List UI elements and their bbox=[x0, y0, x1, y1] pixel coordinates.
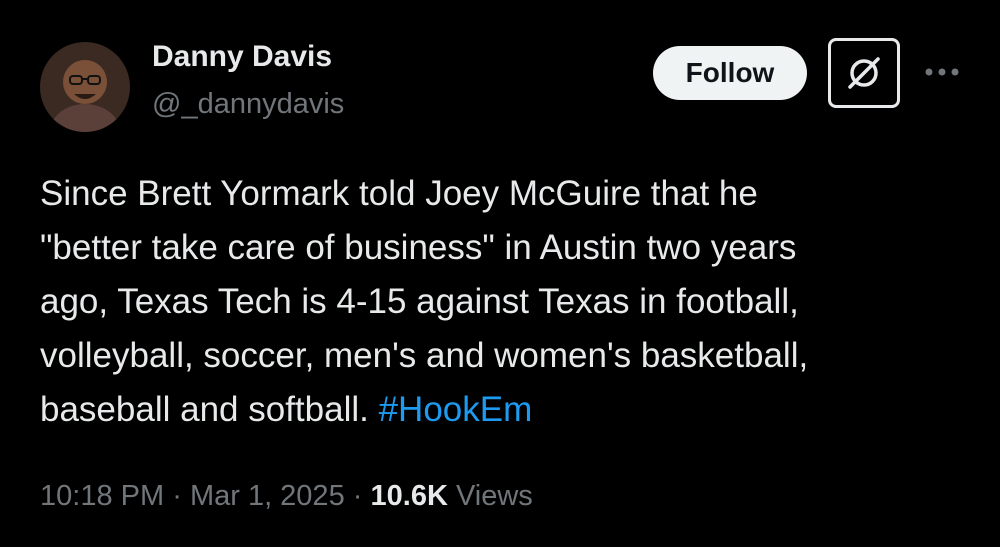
more-button[interactable] bbox=[920, 58, 964, 86]
grok-button[interactable] bbox=[828, 38, 900, 108]
meta-separator: · bbox=[172, 480, 182, 512]
follow-button[interactable]: Follow bbox=[653, 46, 807, 100]
tweet: Danny Davis @_dannydavis Follow Since Br… bbox=[0, 0, 1000, 547]
views-label: Views bbox=[455, 480, 533, 512]
avatar[interactable] bbox=[40, 42, 130, 132]
tweet-text: Since Brett Yormark told Joey McGuire th… bbox=[40, 167, 970, 437]
author-name[interactable]: Danny Davis bbox=[152, 40, 332, 74]
more-icon bbox=[925, 68, 959, 76]
author-handle[interactable]: @_dannydavis bbox=[152, 88, 344, 121]
tweet-meta: 10:18 PM · Mar 1, 2025 · 10.6K Views bbox=[40, 480, 533, 513]
grok-icon bbox=[848, 57, 880, 89]
avatar-image bbox=[40, 42, 130, 132]
tweet-date[interactable]: Mar 1, 2025 bbox=[190, 480, 345, 512]
views-count: 10.6K bbox=[370, 480, 448, 512]
hashtag-link[interactable]: #HookEm bbox=[379, 390, 533, 429]
tweet-time[interactable]: 10:18 PM bbox=[40, 480, 164, 512]
meta-separator: · bbox=[352, 480, 363, 512]
